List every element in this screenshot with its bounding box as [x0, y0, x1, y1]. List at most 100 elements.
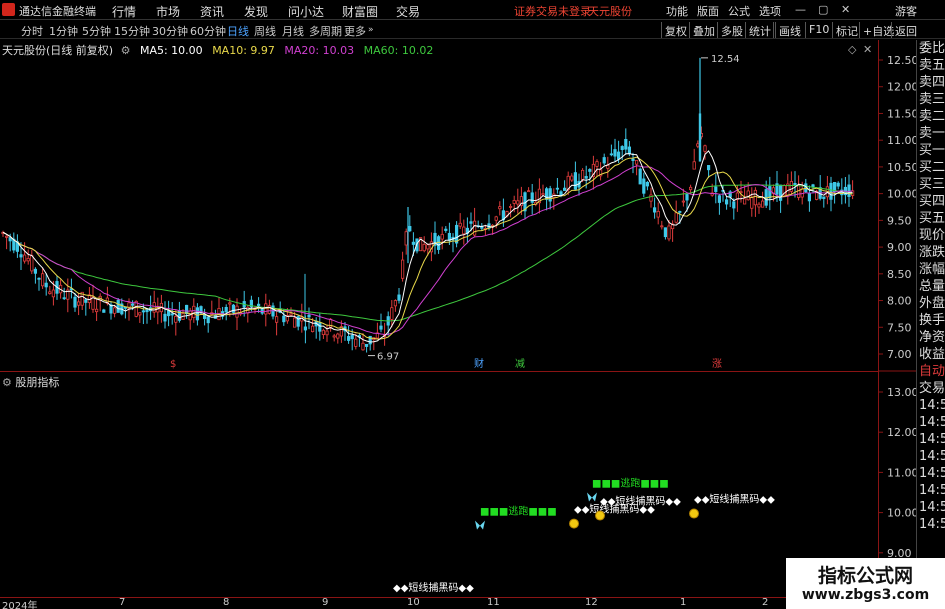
candle-body [44, 282, 48, 288]
statistics-button[interactable]: 统计 [745, 22, 774, 38]
period-toolbar: 分时 1分钟 5分钟 15分钟 30分钟 60分钟 日线 周线 月线 多周期 更… [0, 21, 945, 39]
close-icon[interactable]: ✕ [841, 3, 850, 16]
candle-body [336, 333, 340, 339]
menu-function[interactable]: 功能 [666, 3, 688, 19]
more-chevron-icon[interactable]: » [368, 25, 374, 35]
menu-wealth[interactable]: 财富圈 [342, 3, 378, 20]
period-15min[interactable]: 15分钟 [114, 23, 150, 39]
indicator-chart[interactable]: ◆◆短线捕黑码◆◆ ■■■逃跑■■■ ◆◆短线捕黑码◆◆ ■■■逃跑■■■ ◆◆短线捕黑… [0, 372, 878, 597]
candle-body [725, 199, 729, 205]
menu-options[interactable]: 选项 [759, 3, 781, 19]
quote-field: 卖三 [919, 92, 945, 107]
menu-formula[interactable]: 公式 [728, 3, 750, 19]
kline-pane[interactable]: 12.54 6.97 $ 财 减 涨 天元股份(日线 前复权) ⚙ MA5: 10.00 … [0, 40, 878, 370]
period-monthly[interactable]: 月线 [282, 23, 304, 39]
menu-trade[interactable]: 交易 [396, 3, 420, 20]
quote-field: 14:56 [919, 483, 945, 498]
candle-body [631, 158, 635, 161]
event-marker: 涨 [712, 358, 722, 370]
candle-body [458, 222, 462, 227]
period-multi[interactable]: 多周期 [309, 23, 342, 39]
sub-tick-label: 12.00 [887, 426, 917, 439]
candle-body [51, 289, 56, 298]
candle-body [530, 192, 534, 203]
period-daily[interactable]: 日线 [227, 23, 249, 39]
candle-body [656, 211, 660, 218]
sub-tick-label: 11.00 [887, 466, 917, 479]
indicator-title-bar: ⚙ 股朋指标 [2, 374, 59, 390]
sub-tick-label: 10.00 [887, 507, 917, 520]
multi-stock-button[interactable]: 多股 [717, 22, 746, 38]
pane-settings-icon[interactable]: ◇ [848, 43, 856, 56]
minimize-icon[interactable]: — [795, 3, 806, 16]
login-warning[interactable]: 证券交易未登录 [514, 3, 591, 19]
draw-line-button[interactable]: 画线 [775, 22, 804, 38]
candle-body [152, 302, 156, 313]
candle-body [170, 313, 174, 316]
candle-body [84, 299, 88, 303]
period-intraday[interactable]: 分时 [21, 23, 43, 39]
menu-ask[interactable]: 问小达 [288, 3, 324, 20]
candle-body [364, 343, 369, 347]
candle-body [638, 168, 642, 185]
period-30min[interactable]: 30分钟 [152, 23, 188, 39]
candle-body [192, 305, 196, 318]
candle-body [206, 316, 210, 324]
price-tick-label: 11.00 [887, 134, 917, 147]
overlay-button[interactable]: 叠加 [689, 22, 718, 38]
menu-layout[interactable]: 版面 [697, 3, 719, 19]
candle-body [793, 183, 797, 186]
app-logo-icon [2, 3, 15, 16]
candle-body [307, 314, 311, 318]
quote-field: 涨跌 [919, 245, 945, 260]
watermark-url: www.zbgs3.com [801, 587, 930, 603]
candle-body [609, 153, 614, 156]
quote-field: 换手 [919, 313, 945, 328]
candle-body [757, 203, 761, 208]
signal-ball-icon [595, 510, 605, 521]
candle-body [310, 325, 315, 333]
menu-discover[interactable]: 发现 [244, 3, 268, 20]
period-60min[interactable]: 60分钟 [190, 23, 226, 39]
candle-body [563, 187, 567, 191]
candle-body [393, 300, 398, 307]
adjust-button[interactable]: 复权 [661, 22, 690, 38]
candle-body [624, 138, 628, 150]
candle-body [26, 258, 30, 262]
pane-close-icon[interactable]: ✕ [863, 43, 872, 56]
settings-icon[interactable]: ⚙ [121, 44, 131, 57]
price-tick-label: 9.50 [887, 214, 912, 227]
restore-icon[interactable]: ▢ [818, 3, 828, 16]
candle-body [743, 198, 747, 205]
price-tick-label: 10.50 [887, 161, 917, 174]
guest-label[interactable]: 游客 [895, 3, 917, 19]
quote-field: 涨幅 [919, 262, 945, 277]
quote-field: 14:56 [919, 517, 945, 532]
period-more[interactable]: 更多 [344, 23, 366, 39]
menu-news[interactable]: 资讯 [200, 3, 224, 20]
candle-body [570, 175, 574, 181]
indicator-pane[interactable]: ◆◆短线捕黑码◆◆ ■■■逃跑■■■ ◆◆短线捕黑码◆◆ ■■■逃跑■■■ ◆◆短线捕黑… [0, 372, 878, 597]
quote-field: 买一 [919, 143, 945, 158]
period-weekly[interactable]: 周线 [254, 23, 276, 39]
mark-button[interactable]: 标记 [832, 22, 861, 38]
quote-field: 外盘 [919, 296, 945, 311]
back-button[interactable]: 返回 [891, 22, 920, 38]
menu-market[interactable]: 市场 [156, 3, 180, 20]
period-1min[interactable]: 1分钟 [49, 23, 78, 39]
ma5-label: MA5: 10.00 [139, 44, 203, 57]
f10-button[interactable]: F10 [805, 22, 832, 38]
quote-field: 14:56 [919, 466, 945, 481]
candle-body [620, 146, 624, 151]
menu-quotes[interactable]: 行情 [112, 3, 136, 20]
quote-field: 买三 [919, 177, 945, 192]
candle-body [274, 316, 279, 323]
price-tick-label: 7.00 [887, 348, 912, 361]
indicator-settings-icon[interactable]: ⚙ [2, 376, 12, 389]
candle-body [138, 312, 142, 316]
kline-chart[interactable]: 12.54 6.97 $ 财 减 涨 [0, 40, 878, 370]
candle-body [494, 216, 498, 221]
time-tick-label: 2024年 [2, 601, 38, 609]
candle-body [635, 160, 639, 165]
period-5min[interactable]: 5分钟 [82, 23, 111, 39]
